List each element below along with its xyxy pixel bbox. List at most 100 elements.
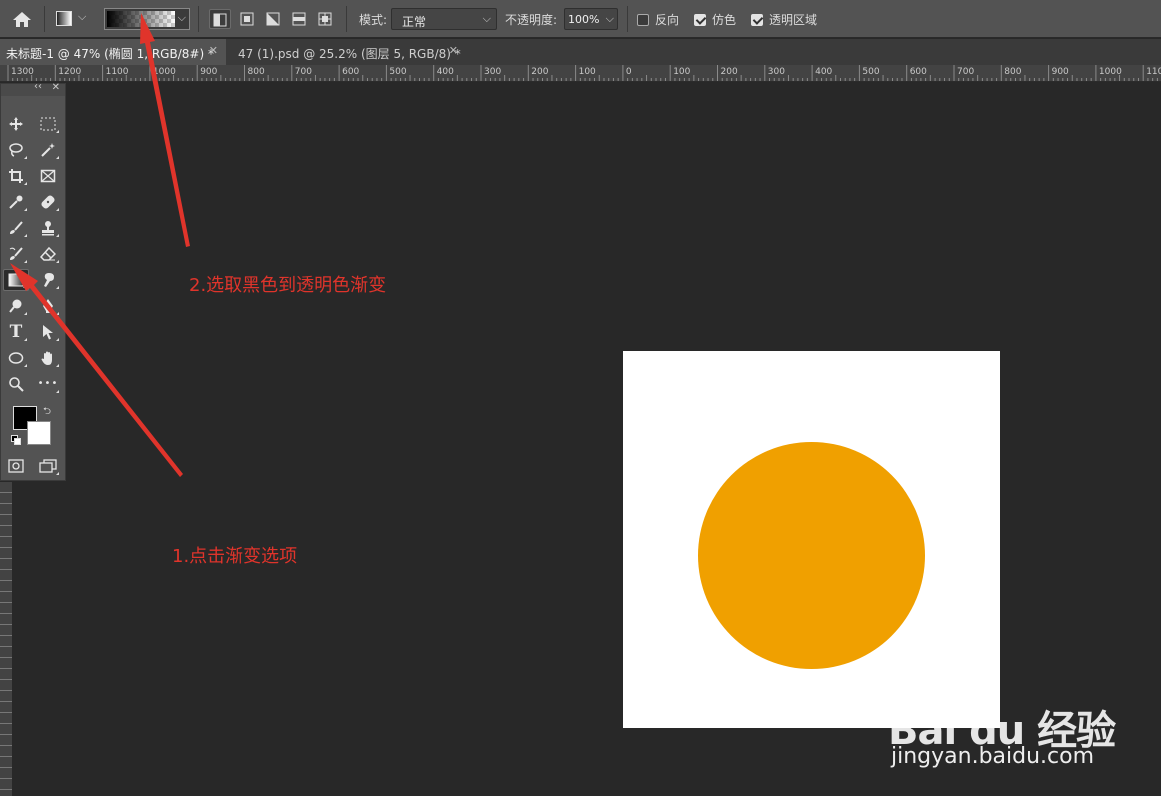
separator	[198, 6, 199, 32]
mode-select[interactable]: 正常 ⌵	[391, 8, 497, 30]
checkbox-box[interactable]	[694, 13, 706, 26]
ruler-label: 1200	[58, 67, 82, 77]
ruler-label: 900	[1051, 67, 1069, 77]
gradient-picker[interactable]: ⌵	[104, 8, 190, 30]
ruler-label: 900	[200, 67, 218, 77]
smudge-icon[interactable]	[35, 269, 61, 291]
checkbox-box[interactable]	[637, 13, 649, 26]
collapse-icon[interactable]: ‹‹	[34, 81, 42, 92]
path-selection-icon[interactable]	[35, 321, 61, 343]
chevron-down-icon: ⌵	[605, 12, 614, 25]
separator	[346, 6, 347, 32]
baidu-jingyan-watermark: Bai du 经验 jingyan.baidu.com	[888, 670, 1118, 780]
quick-mask-icon[interactable]	[3, 455, 29, 477]
transparency-label: 透明区域	[769, 13, 818, 27]
dither-label: 仿色	[712, 13, 737, 27]
angle-gradient-button[interactable]	[262, 9, 284, 29]
radial-gradient-button[interactable]	[236, 9, 258, 29]
home-icon[interactable]	[8, 8, 36, 30]
chevron-down-icon: ⌵	[482, 12, 491, 25]
ruler-label: 400	[815, 67, 833, 77]
ruler-label: 100	[578, 67, 596, 77]
close-icon[interactable]: ✕	[209, 44, 218, 57]
gradient-icon[interactable]	[3, 269, 29, 291]
vertical-ruler	[0, 482, 12, 796]
toolbox: ‹‹ ✕ T ••• ⮌	[0, 81, 66, 481]
separator	[44, 6, 45, 32]
linear-gradient-button[interactable]	[209, 9, 231, 29]
horizontal-ruler: 1300 1200 1100 1000 900 800 700 600 500 400 300 200…	[0, 65, 1161, 82]
frame-icon[interactable]	[35, 165, 61, 187]
tab-label: 47 (1).psd @ 25.2% (图层 5, RGB/8) *	[238, 47, 461, 61]
history-brush-icon[interactable]	[3, 243, 29, 265]
checkbox-box[interactable]	[751, 13, 763, 26]
healing-brush-icon[interactable]	[35, 191, 61, 213]
magic-wand-icon[interactable]	[35, 139, 61, 161]
zoom-icon[interactable]	[3, 373, 29, 395]
tab-47-psd[interactable]: 47 (1).psd @ 25.2% (图层 5, RGB/8) * ✕	[232, 39, 466, 65]
tab-label: 未标题-1 @ 47% (椭圆 1, RGB/8#) *	[6, 47, 214, 61]
ruler-label: 500	[862, 67, 880, 77]
opacity-label: 不透明度:	[505, 13, 558, 27]
ruler-label: 1000	[1098, 67, 1122, 77]
tab-untitled-1[interactable]: 未标题-1 @ 47% (椭圆 1, RGB/8#) * ✕	[0, 39, 226, 65]
reflected-gradient-button[interactable]	[288, 9, 310, 29]
more-tools-icon[interactable]: •••	[35, 373, 61, 395]
opacity-input[interactable]: 100% ⌵	[564, 8, 618, 30]
ruler-label: 800	[1004, 67, 1022, 77]
eraser-icon[interactable]	[35, 243, 61, 265]
ruler-label: 700	[957, 67, 975, 77]
ruler-label: 200	[720, 67, 738, 77]
ellipse-icon[interactable]	[3, 347, 29, 369]
eyedropper-icon[interactable]	[3, 191, 29, 213]
reverse-checkbox[interactable]: 反向	[637, 11, 679, 28]
ruler-label: 800	[247, 67, 265, 77]
reverse-label: 反向	[655, 13, 680, 27]
lasso-icon[interactable]	[3, 139, 29, 161]
diamond-gradient-button[interactable]	[314, 9, 336, 29]
dodge-icon[interactable]	[3, 295, 29, 317]
screen-mode-icon[interactable]	[35, 455, 61, 477]
ellipse-shape[interactable]	[698, 442, 925, 669]
close-icon[interactable]: ✕	[449, 44, 458, 57]
ruler-label: 300	[767, 67, 785, 77]
ruler-label: 1000	[152, 67, 176, 77]
ruler-label: 400	[436, 67, 454, 77]
ruler-label: 1100	[1146, 67, 1161, 77]
default-colors-icon[interactable]	[11, 435, 21, 445]
gradient-preview	[107, 11, 175, 27]
brush-icon[interactable]	[3, 217, 29, 239]
annotation-step-1: 1.点击渐变选项	[172, 546, 298, 567]
opacity-value: 100%	[568, 13, 600, 26]
chevron-down-icon: ⌵	[177, 11, 186, 24]
annotation-step-2: 2.选取黑色到透明色渐变	[189, 275, 387, 296]
marquee-icon[interactable]	[35, 113, 61, 135]
swap-colors-icon[interactable]: ⮌	[43, 404, 51, 421]
hand-icon[interactable]	[35, 347, 61, 369]
watermark-url: jingyan.baidu.com	[891, 744, 1095, 769]
transparency-checkbox[interactable]: 透明区域	[751, 11, 817, 28]
crop-icon[interactable]	[3, 165, 29, 187]
gradient-tool-icon	[56, 11, 72, 26]
separator	[627, 6, 628, 32]
ruler-label: 0	[625, 67, 632, 77]
chevron-down-icon: ⌵	[78, 10, 87, 23]
close-icon[interactable]: ✕	[52, 82, 60, 93]
pen-icon[interactable]	[35, 295, 61, 317]
move-icon[interactable]	[3, 113, 29, 135]
ruler-label: 600	[909, 67, 927, 77]
type-icon[interactable]: T	[3, 321, 29, 343]
tool-preset-picker[interactable]: ⌵	[52, 9, 94, 29]
ruler-label: 500	[389, 67, 407, 77]
mode-value: 正常	[402, 15, 427, 29]
document-tabs: 未标题-1 @ 47% (椭圆 1, RGB/8#) * ✕ 47 (1).ps…	[0, 39, 1161, 65]
options-bar: ⌵ ⌵ 模式: 正常 ⌵ 不透明度: 100% ⌵ 反向 仿色 透明区域	[0, 0, 1161, 38]
dither-checkbox[interactable]: 仿色	[694, 11, 736, 28]
ruler-label: 200	[531, 67, 549, 77]
clone-stamp-icon[interactable]	[35, 217, 61, 239]
toolbox-header[interactable]: ‹‹ ✕	[1, 81, 65, 96]
ruler-label: 100	[673, 67, 691, 77]
background-color-swatch[interactable]	[27, 421, 51, 445]
ruler-label: 700	[294, 67, 312, 77]
ruler-label: 300	[484, 67, 502, 77]
